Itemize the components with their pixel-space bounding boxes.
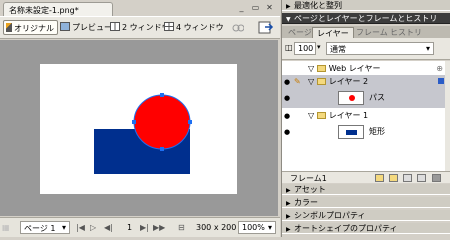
pencil-icon bbox=[6, 23, 12, 32]
collapsed-icon: ▶ bbox=[286, 213, 291, 220]
play-icon[interactable]: ▷ bbox=[90, 223, 96, 232]
section-label: カラー bbox=[294, 198, 318, 207]
trash-icon[interactable] bbox=[432, 174, 441, 182]
add-mask-icon[interactable] bbox=[403, 174, 412, 182]
selection-indicator bbox=[438, 78, 444, 84]
four-window-icon bbox=[164, 22, 174, 31]
rect-thumbnail bbox=[338, 124, 364, 139]
list-item[interactable]: ● ✎ ▽ レイヤー 2 bbox=[282, 75, 447, 88]
original-view-button[interactable]: オリジナル bbox=[3, 20, 58, 35]
new-folder-icon[interactable] bbox=[375, 174, 384, 182]
opacity-input[interactable]: 100 bbox=[294, 42, 316, 55]
preview-view-button[interactable]: プレビュー bbox=[58, 20, 115, 35]
minimize-icon[interactable]: _ bbox=[236, 3, 247, 13]
layers-footer: フレーム1 bbox=[282, 171, 450, 183]
preview-icon bbox=[60, 22, 70, 31]
optimize-align-label: 最適化と整列 bbox=[294, 1, 342, 10]
document-tab[interactable]: 名称未設定-1.png* bbox=[3, 2, 113, 16]
list-item[interactable]: ▽ Web レイヤー ⊕ bbox=[282, 62, 447, 75]
autoshape-properties-header[interactable]: ▶ オートシェイプのプロパティ bbox=[282, 223, 450, 234]
layer-controls: ◫ 100 ▾ 通常 ▾ bbox=[282, 38, 450, 60]
frame-label: フレーム1 bbox=[290, 174, 327, 183]
artboard[interactable] bbox=[40, 64, 237, 194]
eye-icon[interactable]: ● bbox=[284, 122, 294, 142]
pages-layers-header[interactable]: ▼ ページとレイヤーとフレームとヒストリ bbox=[282, 13, 450, 24]
layer-name: パス bbox=[369, 93, 385, 102]
two-window-icon bbox=[110, 22, 120, 31]
opacity-dropdown-icon[interactable]: ▾ bbox=[317, 43, 321, 51]
tab-layers[interactable]: レイヤー bbox=[312, 27, 354, 38]
new-layer-icon[interactable] bbox=[417, 174, 426, 182]
tab-history[interactable]: ヒストリ bbox=[386, 27, 426, 38]
layer-name: レイヤー 2 bbox=[328, 77, 369, 86]
right-panel: ▶ 最適化と整列 ▼ ページとレイヤーとフレームとヒストリ ページ レイヤー フレー… bbox=[281, 0, 450, 237]
last-frame-icon[interactable]: ▶▶ bbox=[153, 223, 165, 232]
blend-mode-select[interactable]: 通常 ▾ bbox=[326, 42, 434, 55]
pages-layers-label: ページとレイヤーとフレームとヒストリ bbox=[294, 14, 438, 23]
collapsed-icon: ▶ bbox=[286, 187, 291, 194]
export-icon[interactable] bbox=[258, 21, 274, 34]
collapsed-icon: ▶ bbox=[286, 3, 291, 10]
layer-name: レイヤー 1 bbox=[328, 111, 369, 120]
page-select[interactable]: ページ 1 ▾ bbox=[20, 221, 70, 234]
eye-icon[interactable]: ● bbox=[284, 88, 294, 108]
preview-label: プレビュー bbox=[72, 23, 112, 32]
page-select-value: ページ 1 bbox=[24, 224, 56, 233]
expand-icon[interactable]: ▽ bbox=[308, 64, 317, 73]
circle-shape bbox=[133, 94, 191, 150]
blend-mode-value: 通常 bbox=[330, 45, 346, 54]
section-label: シンボルプロパティ bbox=[294, 211, 366, 220]
list-item[interactable]: ● 矩形 bbox=[282, 122, 447, 142]
four-window-button[interactable]: 4 ウィンドウ bbox=[162, 20, 227, 35]
page-icon: ▦ bbox=[2, 223, 10, 232]
canvas-size: 300 x 200 bbox=[196, 223, 237, 232]
section-label: アセット bbox=[294, 185, 326, 194]
list-item[interactable]: ● ▽ レイヤー 1 bbox=[282, 109, 447, 122]
section-label: オートシェイプのプロパティ bbox=[294, 224, 398, 233]
canvas-area[interactable] bbox=[0, 40, 278, 216]
path-thumbnail bbox=[338, 90, 364, 105]
colors-header[interactable]: ▶ カラー bbox=[282, 197, 450, 208]
opacity-icon: ◫ bbox=[285, 43, 293, 52]
prev-frame-icon[interactable]: ◀| bbox=[104, 223, 113, 232]
lock-icon[interactable]: ⊕ bbox=[436, 62, 443, 75]
folder-icon bbox=[316, 65, 326, 72]
frame-number: 1 bbox=[127, 223, 133, 232]
layer-name: Web レイヤー bbox=[328, 64, 381, 73]
folder-icon bbox=[316, 112, 326, 119]
view-toolbar: オリジナル プレビュー 2 ウィンドウ 4 ウィンドウ bbox=[0, 16, 280, 39]
pencil-icon: ✎ bbox=[294, 77, 301, 86]
layer-name: 矩形 bbox=[369, 127, 385, 136]
collapsed-icon: ▶ bbox=[286, 226, 291, 233]
layers-list: ▽ Web レイヤー ⊕ ● ✎ ▽ レイヤー 2 ● パス ● ▽ レイヤー 1 ● 矩形 bbox=[282, 61, 450, 171]
expanded-icon: ▼ bbox=[286, 16, 291, 23]
layers-scrollbar[interactable] bbox=[445, 61, 450, 171]
document-window: 名称未設定-1.png* _ ▭ ✕ オリジナル プレビュー 2 ウィンドウ 4… bbox=[0, 0, 280, 237]
symbol-properties-header[interactable]: ▶ シンボルプロパティ bbox=[282, 210, 450, 221]
original-label: オリジナル bbox=[14, 24, 54, 33]
expand-icon[interactable]: ▽ bbox=[308, 111, 317, 120]
status-bar: ▦ ページ 1 ▾ |◀ ▷ ◀| 1 ▶| ▶▶ ⊟ 300 x 200 10… bbox=[0, 217, 280, 237]
list-item[interactable]: ● パス bbox=[282, 88, 447, 108]
panel-tabs: ページ レイヤー フレーム ヒストリ bbox=[282, 26, 450, 38]
assets-header[interactable]: ▶ アセット bbox=[282, 184, 450, 195]
collapsed-icon: ▶ bbox=[286, 200, 291, 207]
zoom-select[interactable]: 100% ▾ bbox=[238, 221, 276, 234]
optimize-align-header[interactable]: ▶ 最適化と整列 bbox=[282, 0, 450, 11]
close-icon[interactable]: ✕ bbox=[264, 3, 275, 13]
first-frame-icon[interactable]: |◀ bbox=[76, 223, 85, 232]
new-sublayer-icon[interactable] bbox=[389, 174, 398, 182]
restore-icon[interactable]: ▭ bbox=[250, 3, 261, 13]
four-window-label: 4 ウィンドウ bbox=[176, 23, 224, 32]
folder-icon bbox=[316, 78, 326, 85]
expand-icon[interactable]: ▽ bbox=[308, 77, 317, 86]
zoom-value: 100% bbox=[242, 223, 265, 232]
next-frame-icon[interactable]: ▶| bbox=[140, 223, 149, 232]
quick-export-icon[interactable] bbox=[232, 22, 245, 33]
canvas-size-icon: ⊟ bbox=[178, 223, 185, 232]
